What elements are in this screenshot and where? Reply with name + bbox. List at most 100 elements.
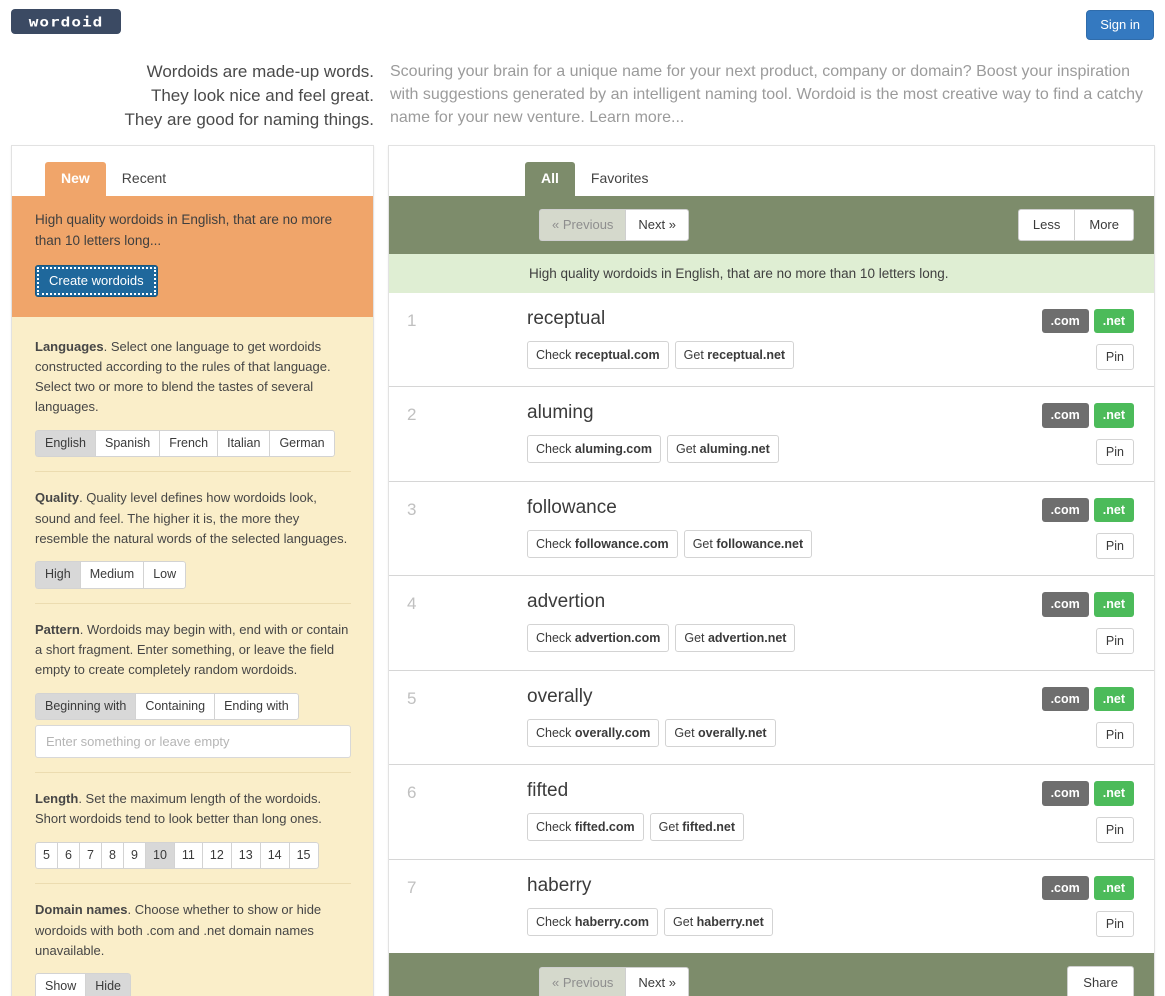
table-row: 7 haberry Check haberry.com Get haberry.… [389,860,1154,954]
language-option-german[interactable]: German [269,429,335,458]
table-row: 2 aluming Check aluming.com Get aluming.… [389,387,1154,482]
summary-text: High quality wordoids in English, that a… [35,212,333,249]
get-net-button[interactable]: Get followance.net [683,529,813,558]
length-option-7[interactable]: 7 [79,841,101,870]
get-net-button[interactable]: Get fifted.net [649,813,745,842]
tab-all[interactable]: All [525,162,575,197]
previous-button-bottom[interactable]: « Previous [539,967,626,996]
row-content: overally Check overally.com Get overally… [527,685,1019,747]
com-badge: .com [1041,497,1089,523]
next-button-top[interactable]: Next » [625,209,689,241]
com-badge: .com [1041,403,1089,428]
tagline-line-2: They look nice and feel great. [150,86,374,106]
setting-quality-title: Quality [35,490,80,506]
wordoid-logo[interactable]: wordoid [11,9,121,34]
setting-length: Length. Set the maximum length of the wo… [35,773,351,885]
check-com-button[interactable]: Check haberry.com [527,907,659,936]
pin-button[interactable]: Pin [1095,438,1134,465]
length-option-15[interactable]: 15 [288,841,319,870]
pattern-option-containing[interactable]: Containing [135,692,215,721]
more-button[interactable]: More [1074,209,1134,241]
check-com-button[interactable]: Check aluming.com [527,435,661,464]
length-option-5[interactable]: 5 [35,841,57,870]
get-net-button[interactable]: Get overally.net [665,718,776,747]
net-badge: .net [1093,592,1134,617]
get-prefix: Get [683,347,708,362]
quality-option-medium[interactable]: Medium [79,561,144,589]
row-content: advertion Check advertion.com Get advert… [527,591,1019,653]
com-badge: .com [1041,875,1089,901]
pin-button[interactable]: Pin [1095,911,1134,938]
get-net-button[interactable]: Get receptual.net [674,340,795,369]
sign-in-button[interactable]: Sign in [1086,10,1154,40]
language-option-spanish[interactable]: Spanish [95,429,160,458]
length-option-9[interactable]: 9 [123,841,145,870]
summary-block: High quality wordoids in English, that a… [12,196,373,317]
length-option-14[interactable]: 14 [259,841,289,870]
language-button-group: English Spanish French Italian German [35,429,335,458]
length-option-13[interactable]: 13 [230,841,260,870]
length-option-10[interactable]: 10 [145,841,174,870]
get-net-button[interactable]: Get advertion.net [675,624,796,653]
less-button[interactable]: Less [1017,209,1075,241]
create-wordoids-button[interactable]: Create wordoids [35,265,158,297]
tab-favorites[interactable]: Favorites [575,162,665,196]
check-com-button[interactable]: Check overally.com [527,718,660,747]
domain-option-hide[interactable]: Hide [85,973,131,996]
quality-button-group: High Medium Low [35,561,187,589]
net-badge: .net [1093,497,1134,523]
settings-panel: New Recent High quality wordoids in Engl… [11,145,374,996]
get-prefix: Get [676,442,700,457]
setting-length-text: . Set the maximum length of the wordoids… [35,791,322,827]
table-row: 4 advertion Check advertion.com Get adve… [389,576,1154,671]
pin-button[interactable]: Pin [1095,627,1134,654]
domain-badges: .com .net [1041,497,1134,523]
length-option-11[interactable]: 11 [173,841,202,870]
row-actions: Check receptual.com Get receptual.net [527,340,1019,369]
wordoid-name: followance [527,496,617,518]
get-domain: followance.net [716,536,804,551]
language-option-english[interactable]: English [35,429,95,458]
quality-option-low[interactable]: Low [143,561,187,589]
check-com-button[interactable]: Check followance.com [527,529,678,558]
row-status: .com .net Pin [1019,592,1134,654]
get-net-button[interactable]: Get aluming.net [667,435,779,464]
language-option-french[interactable]: French [159,429,218,458]
pin-button[interactable]: Pin [1095,344,1134,371]
tab-recent[interactable]: Recent [106,162,182,196]
check-com-button[interactable]: Check fifted.com [527,813,644,842]
get-prefix: Get [658,820,683,835]
length-option-12[interactable]: 12 [201,841,231,870]
check-prefix: Check [536,442,575,457]
next-button-bottom[interactable]: Next » [625,967,689,996]
share-button[interactable]: Share [1067,966,1134,996]
length-option-8[interactable]: 8 [101,841,123,870]
pattern-option-beginning-with[interactable]: Beginning with [35,692,136,721]
check-com-button[interactable]: Check advertion.com [527,624,670,653]
row-actions: Check aluming.com Get aluming.net [527,435,1019,464]
domain-option-show[interactable]: Show [35,973,86,996]
pattern-input[interactable] [35,725,351,759]
tagline: Wordoids are made-up words. They look ni… [0,48,388,132]
wordoid-name: overally [527,685,593,707]
previous-button-top[interactable]: « Previous [539,209,626,241]
check-domain: fifted.com [574,820,635,835]
length-option-6[interactable]: 6 [57,841,79,870]
row-actions: Check advertion.com Get advertion.net [527,624,1019,653]
check-com-button[interactable]: Check receptual.com [527,340,669,369]
setting-quality-description: Quality. Quality level defines how wordo… [35,488,351,549]
language-option-italian[interactable]: Italian [217,429,270,458]
check-domain: receptual.com [574,347,660,362]
pin-button[interactable]: Pin [1095,533,1134,560]
quality-option-high[interactable]: High [35,561,80,589]
get-net-button[interactable]: Get haberry.net [664,907,773,936]
setting-quality-text: . Quality level defines how wordoids loo… [35,490,348,546]
setting-languages-description: Languages. Select one language to get wo… [35,337,351,418]
tab-new[interactable]: New [45,162,106,197]
pattern-option-ending-with[interactable]: Ending with [214,692,299,721]
table-row: 5 overally Check overally.com Get overal… [389,671,1154,766]
pin-button[interactable]: Pin [1095,722,1134,749]
setting-length-title: Length [35,791,79,807]
pin-button[interactable]: Pin [1095,816,1134,843]
setting-domain-names-description: Domain names. Choose whether to show or … [35,900,351,961]
